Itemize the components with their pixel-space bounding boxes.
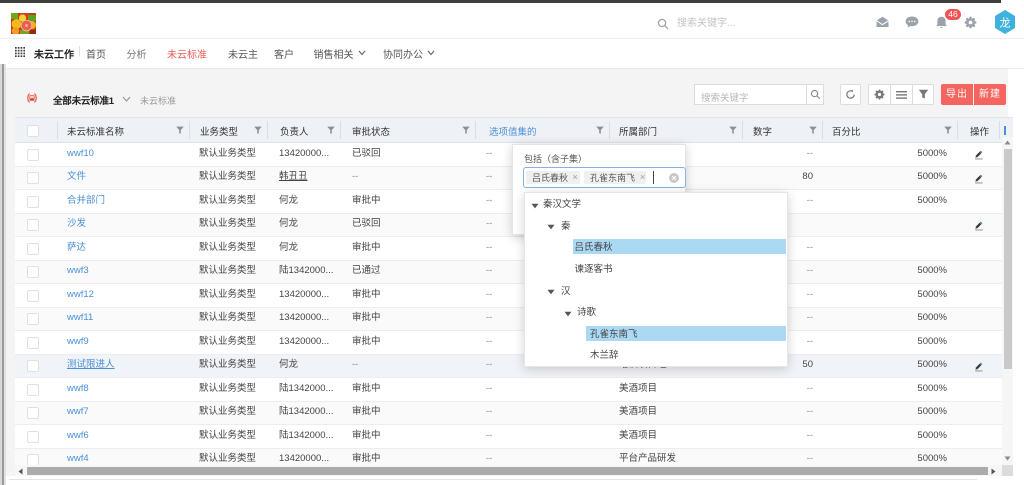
svg-text:龙: 龙 — [1000, 17, 1011, 30]
